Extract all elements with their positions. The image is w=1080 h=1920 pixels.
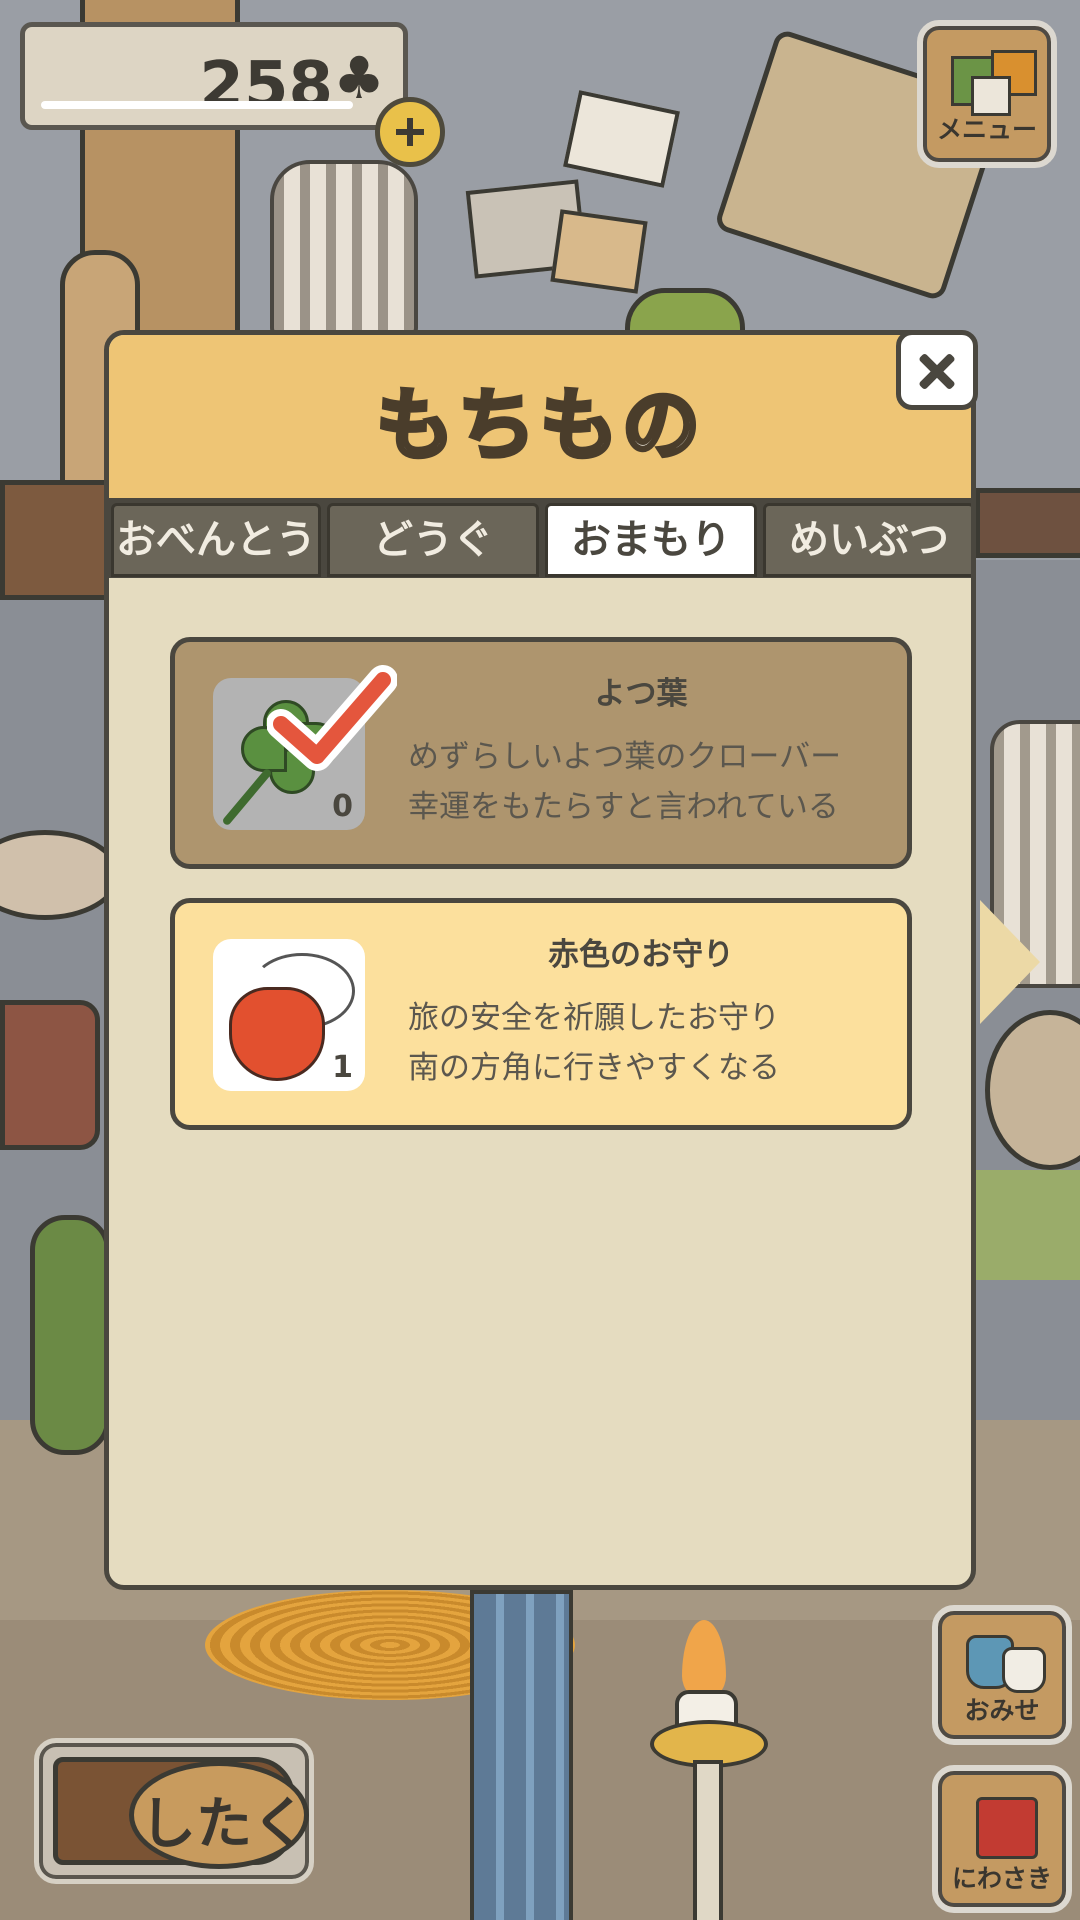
window-fence bbox=[270, 160, 418, 338]
clover-counter: 258 ♣ bbox=[20, 22, 408, 130]
tab-specialties[interactable]: めいぶつ bbox=[763, 503, 971, 577]
item-quantity: 1 bbox=[332, 1050, 353, 1085]
inventory-modal: もちもの おべんとう どうぐ おまもり めいぶつ 0 よつ葉 めずらしいよつ葉の… bbox=[104, 330, 976, 1590]
garden-button[interactable]: にわさき bbox=[932, 1765, 1072, 1913]
garden-label: にわさき bbox=[951, 1864, 1052, 1893]
item-card-red-amulet[interactable]: 1 赤色のお守り 旅の安全を祈願したお守り 南の方角に行きやすくなる bbox=[170, 898, 912, 1130]
tab-tools[interactable]: どうぐ bbox=[327, 503, 539, 577]
item-description: めずらしいよつ葉のクローバー 幸運をもたらすと言われている bbox=[408, 732, 841, 832]
close-button[interactable] bbox=[896, 330, 978, 410]
description-line: 南の方角に行きやすくなる bbox=[408, 1050, 780, 1086]
item-description: 旅の安全を祈願したお守り 南の方角に行きやすくなる bbox=[408, 993, 780, 1093]
tab-lunch[interactable]: おべんとう bbox=[111, 503, 321, 577]
item-name: よつ葉 bbox=[594, 676, 688, 712]
next-arrow-icon[interactable] bbox=[980, 900, 1040, 1024]
curtain bbox=[470, 1590, 573, 1920]
item-name: 赤色のお守り bbox=[548, 937, 734, 973]
tab-charms[interactable]: おまもり bbox=[545, 503, 757, 577]
jar bbox=[0, 1000, 100, 1150]
counter-underline bbox=[41, 101, 353, 109]
candle-stand bbox=[693, 1760, 723, 1920]
left-shelf bbox=[0, 480, 120, 600]
plant bbox=[30, 1215, 110, 1455]
description-line: めずらしいよつ葉のクローバー bbox=[408, 739, 842, 775]
tab-bar: おべんとう どうぐ おまもり めいぶつ bbox=[109, 498, 971, 578]
prepare-button[interactable]: したく bbox=[34, 1738, 314, 1884]
modal-title: もちもの bbox=[374, 379, 704, 473]
item-quantity: 0 bbox=[332, 789, 353, 824]
description-line: 幸運をもたらすと言われている bbox=[408, 789, 839, 825]
shop-label: おみせ bbox=[964, 1696, 1040, 1725]
description-line: 旅の安全を祈願したお守り bbox=[408, 1000, 780, 1036]
item-thumbnail: 1 bbox=[213, 939, 365, 1091]
clover-amount: 258 bbox=[199, 49, 333, 123]
menu-button[interactable]: メニュー bbox=[917, 20, 1057, 168]
pinned-note bbox=[550, 209, 648, 294]
menu-label: メニュー bbox=[936, 115, 1037, 144]
right-shelf bbox=[975, 488, 1080, 558]
add-clover-button[interactable] bbox=[375, 97, 445, 167]
shop-button[interactable]: おみせ bbox=[932, 1605, 1072, 1745]
mailbox-icon bbox=[976, 1797, 1038, 1859]
check-icon bbox=[267, 665, 397, 771]
prepare-label: したく bbox=[140, 1792, 308, 1857]
modal-header: もちもの bbox=[109, 335, 971, 498]
item-card-clover[interactable]: 0 よつ葉 めずらしいよつ葉のクローバー 幸運をもたらすと言われている bbox=[170, 637, 912, 869]
grass-patch bbox=[975, 1170, 1080, 1280]
clover-icon: ♣ bbox=[333, 44, 385, 112]
